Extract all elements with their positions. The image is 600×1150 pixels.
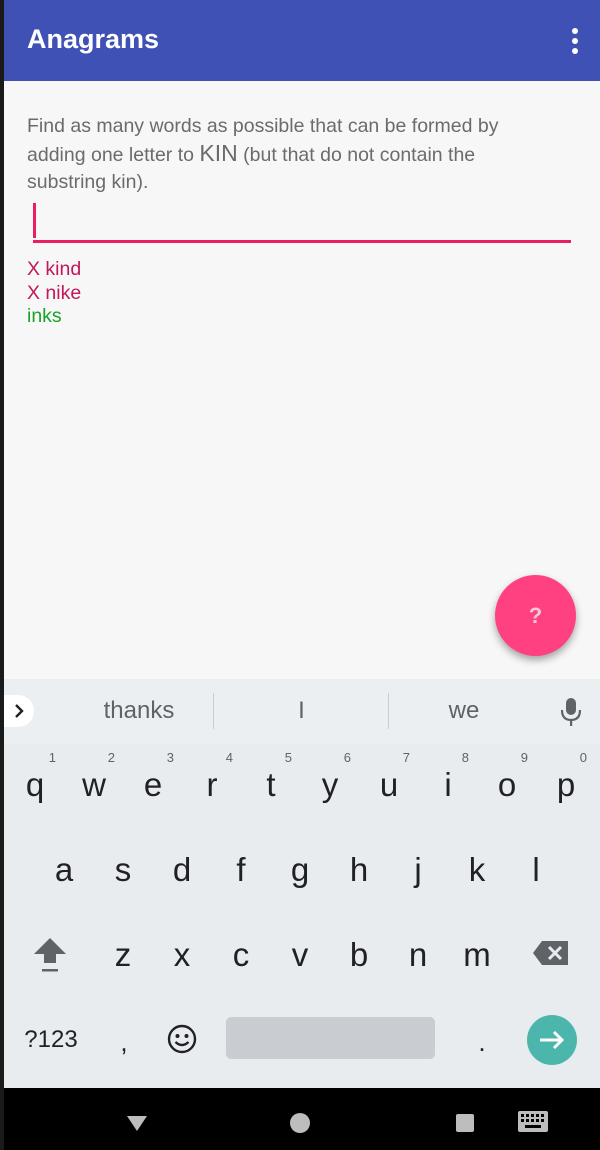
- word-input[interactable]: [33, 201, 571, 245]
- key-row-1: q1 w2 e3 r4 t5 y6 u7 i8 o9 p0: [4, 744, 600, 829]
- soft-keyboard: thanks I we q1 w2 e3 r4 t5 y6 u7 i8 o9 p…: [4, 679, 600, 1088]
- key-k[interactable]: k: [448, 829, 506, 899]
- input-underline: [33, 240, 571, 243]
- key-c[interactable]: c: [212, 914, 270, 984]
- suggestion-2[interactable]: I: [214, 697, 389, 725]
- key-d[interactable]: d: [153, 829, 211, 899]
- guess-list: X kind X nike inks: [27, 258, 81, 329]
- app-title: Anagrams: [27, 24, 160, 54]
- comma-key[interactable]: ,: [104, 1023, 144, 1061]
- app-screen: Anagrams Find as many words as possible …: [4, 0, 600, 1150]
- system-nav-bar: [4, 1088, 600, 1150]
- keyboard-switch-icon[interactable]: [517, 1110, 549, 1134]
- key-r[interactable]: r4: [183, 744, 241, 814]
- key-u[interactable]: u7: [360, 744, 418, 814]
- help-fab-label: ?: [528, 602, 543, 628]
- key-e[interactable]: e3: [124, 744, 182, 814]
- guess-item-correct: inks: [27, 305, 62, 327]
- guess-item-wrong: X nike: [27, 281, 82, 304]
- key-w[interactable]: w2: [65, 744, 123, 814]
- shift-arrow-icon: [34, 938, 66, 972]
- instructions-text: Find as many words as possible that can …: [27, 113, 547, 196]
- mic-icon[interactable]: [560, 697, 582, 727]
- expand-toolbar-button[interactable]: [4, 695, 34, 727]
- key-f[interactable]: f: [212, 829, 270, 899]
- arrow-right-icon: [540, 1030, 565, 1050]
- period-key[interactable]: .: [462, 1023, 502, 1061]
- suggestion-strip: thanks I we: [4, 679, 600, 744]
- home-icon[interactable]: [289, 1112, 311, 1134]
- key-p[interactable]: p0: [537, 744, 595, 814]
- key-a[interactable]: a: [35, 829, 93, 899]
- enter-key[interactable]: [527, 1015, 577, 1065]
- key-l[interactable]: l: [507, 829, 565, 899]
- key-y[interactable]: y6: [301, 744, 359, 814]
- text-cursor: [33, 203, 36, 238]
- suggestion-1[interactable]: thanks: [64, 697, 214, 725]
- chevron-right-icon: [15, 704, 24, 718]
- key-b[interactable]: b: [330, 914, 388, 984]
- key-h[interactable]: h: [330, 829, 388, 899]
- key-n[interactable]: n: [389, 914, 447, 984]
- key-q[interactable]: q1: [6, 744, 64, 814]
- shift-key[interactable]: [24, 924, 76, 984]
- key-row-3: z x c v b n m: [4, 914, 600, 999]
- key-row-2: a s d f g h j k l: [4, 829, 600, 914]
- key-i[interactable]: i8: [419, 744, 477, 814]
- back-icon[interactable]: [125, 1114, 149, 1132]
- suggestion-3[interactable]: we: [389, 697, 539, 725]
- game-area: Find as many words as possible that can …: [4, 81, 600, 679]
- starter-word: KIN: [199, 140, 238, 166]
- guess-item-wrong: X kind: [27, 258, 82, 280]
- key-t[interactable]: t5: [242, 744, 300, 814]
- more-vert-icon[interactable]: [570, 28, 580, 54]
- space-bar[interactable]: [226, 1017, 435, 1059]
- key-x[interactable]: x: [153, 914, 211, 984]
- emoji-key[interactable]: [162, 1019, 202, 1059]
- key-z[interactable]: z: [94, 914, 152, 984]
- backspace-key[interactable]: [526, 928, 576, 978]
- recents-icon[interactable]: [455, 1113, 475, 1133]
- emoji-icon: [167, 1024, 197, 1054]
- key-g[interactable]: g: [271, 829, 329, 899]
- help-fab-button[interactable]: ?: [495, 575, 576, 656]
- symbols-key[interactable]: ?123: [18, 1023, 84, 1057]
- key-j[interactable]: j: [389, 829, 447, 899]
- key-v[interactable]: v: [271, 914, 329, 984]
- backspace-icon: [533, 941, 568, 965]
- key-m[interactable]: m: [448, 914, 506, 984]
- key-s[interactable]: s: [94, 829, 152, 899]
- app-bar: Anagrams: [4, 0, 600, 81]
- key-o[interactable]: o9: [478, 744, 536, 814]
